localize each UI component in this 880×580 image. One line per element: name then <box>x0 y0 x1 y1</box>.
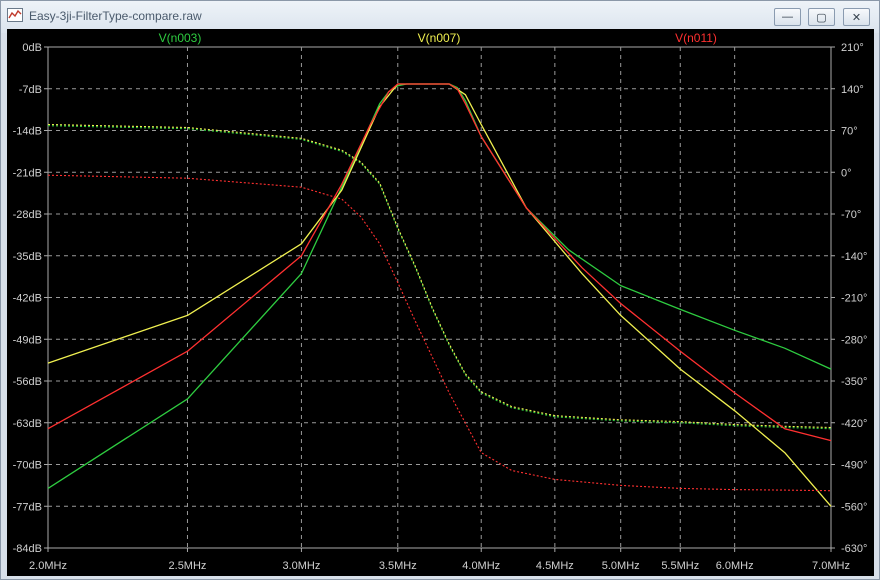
series-1-phase-line <box>47 123 832 429</box>
restore-button[interactable]: ▢ <box>808 8 835 26</box>
bode-plot[interactable]: 0dB -7dB -14dB -21dB -28dB -35dB -42dB -49dB -56… <box>7 29 874 576</box>
x-tick-label: 5.0MHz <box>602 560 640 572</box>
plot-area[interactable]: 0dB -7dB -14dB -21dB -28dB -35dB -42dB -49dB -56… <box>7 29 874 576</box>
y2-tick-label: -210° <box>841 293 867 305</box>
x-tick-label: 7.0MHz <box>812 560 850 572</box>
y2-tick-label: -630° <box>841 543 867 555</box>
y-tick-label: 0dB <box>22 42 42 54</box>
y-tick-label: -21dB <box>13 167 42 179</box>
series-2-magnitude-line <box>47 83 832 442</box>
y2-tick-label: 140° <box>841 84 864 96</box>
y-tick-label: -49dB <box>13 334 42 346</box>
series-1-magnitude-line <box>47 83 832 507</box>
waveform-window: Easy-3ji-FilterType-compare.raw — ▢ ✕ 0d… <box>0 0 880 580</box>
x-tick-label: 5.5MHz <box>661 560 699 572</box>
x-tick-label: 3.0MHz <box>282 560 320 572</box>
waveform-app-icon <box>7 8 23 22</box>
close-icon: ✕ <box>851 11 862 24</box>
y2-tick-label: -140° <box>841 251 867 263</box>
y2-tick-label: 210° <box>841 42 864 54</box>
close-button[interactable]: ✕ <box>843 8 870 26</box>
y-tick-label: -35dB <box>13 251 42 263</box>
x-tick-label: 3.5MHz <box>379 560 417 572</box>
y-tick-label: -42dB <box>13 293 42 305</box>
minimize-icon: — <box>782 11 793 23</box>
y2-tick-label: 0° <box>841 167 852 179</box>
y-tick-label: -77dB <box>13 501 42 513</box>
y-tick-label: -14dB <box>13 126 42 138</box>
y2-tick-label: -350° <box>841 376 867 388</box>
legend-0-label: V(n003) <box>159 31 202 45</box>
restore-icon: ▢ <box>816 11 827 24</box>
y-tick-label: -56dB <box>13 376 42 388</box>
legend-2-label: V(n011) <box>675 31 717 45</box>
legend-1-label: V(n007) <box>418 31 461 45</box>
x-tick-label: 6.0MHz <box>716 560 754 572</box>
x-tick-label: 2.0MHz <box>29 560 67 572</box>
y-tick-label: -28dB <box>13 209 42 221</box>
y2-tick-label: -490° <box>841 460 867 472</box>
x-tick-label: 4.5MHz <box>536 560 574 572</box>
x-tick-label: 2.5MHz <box>169 560 207 572</box>
window-title: Easy-3ji-FilterType-compare.raw <box>29 9 202 23</box>
x-tick-label: 4.0MHz <box>462 560 500 572</box>
y2-tick-label: -420° <box>841 418 867 430</box>
series-0-phase-line <box>47 125 832 430</box>
y-tick-label: -84dB <box>13 543 42 555</box>
series-0-magnitude-line <box>47 83 832 489</box>
y2-tick-label: -560° <box>841 501 867 513</box>
y-tick-label: -63dB <box>13 418 42 430</box>
y-tick-label: -7dB <box>19 84 42 96</box>
minimize-button[interactable]: — <box>774 8 801 26</box>
y-tick-label: -70dB <box>13 460 42 472</box>
series-2-phase-line <box>47 174 832 492</box>
y2-tick-label: -280° <box>841 334 867 346</box>
y2-tick-label: 70° <box>841 126 858 138</box>
y2-tick-label: -70° <box>841 209 861 221</box>
